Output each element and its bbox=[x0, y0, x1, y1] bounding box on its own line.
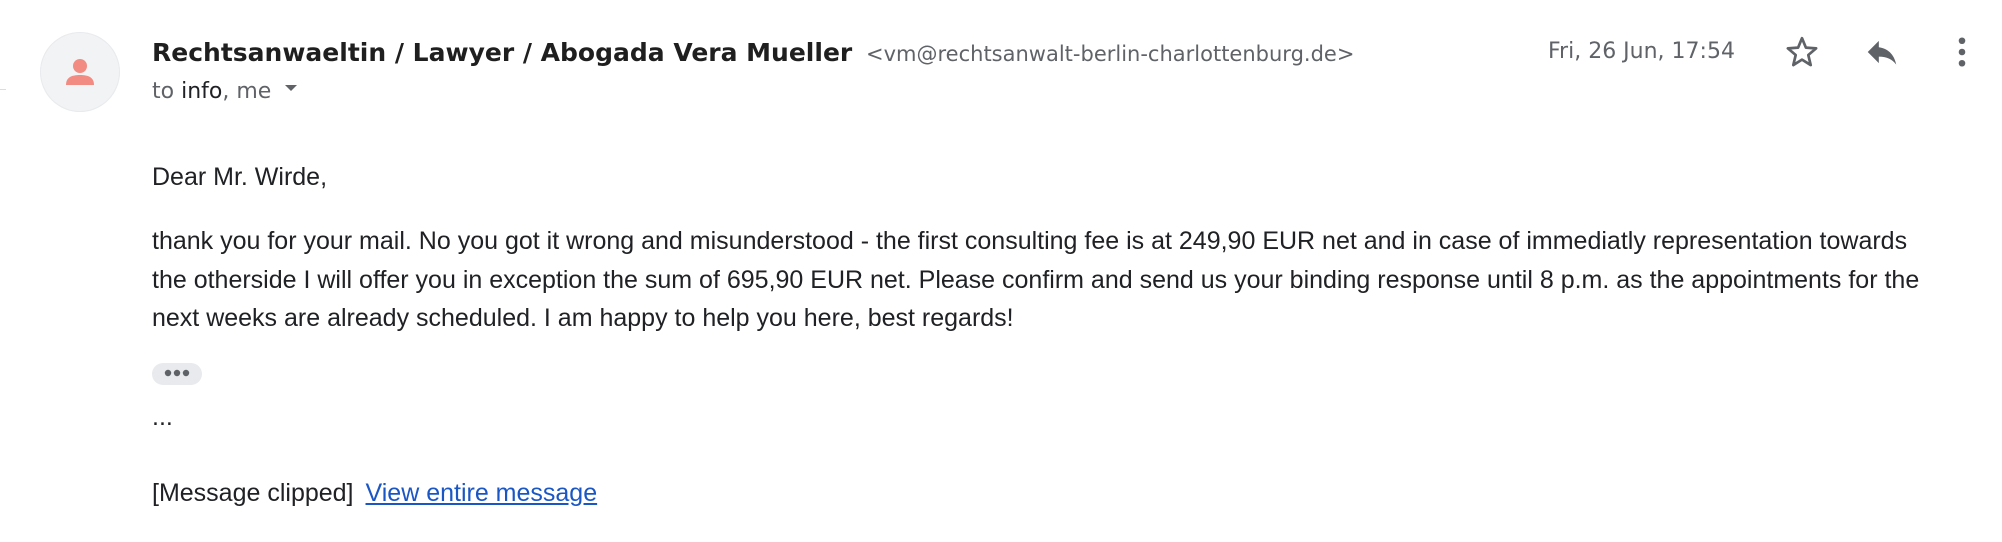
message-body: Dear Mr. Wirde, thank you for your mail.… bbox=[152, 158, 1942, 338]
chevron-down-icon bbox=[281, 74, 301, 110]
avatar[interactable] bbox=[40, 32, 120, 112]
person-icon bbox=[62, 54, 98, 90]
star-button[interactable] bbox=[1778, 30, 1826, 78]
show-trimmed-content-button[interactable] bbox=[152, 363, 202, 385]
ellipsis-icon bbox=[162, 365, 192, 383]
recipient-separator: , bbox=[222, 79, 230, 104]
show-details-button[interactable] bbox=[277, 78, 305, 106]
clipped-notice: [Message clipped] View entire message bbox=[152, 474, 597, 512]
recipient-info[interactable]: info bbox=[181, 74, 222, 110]
trimmed-ellipsis: ... bbox=[152, 403, 173, 431]
greeting: Dear Mr. Wirde, bbox=[152, 163, 328, 191]
message-date[interactable]: Fri, 26 Jun, 17:54 bbox=[1548, 34, 1735, 70]
to-label: to bbox=[152, 79, 175, 104]
view-entire-message-link[interactable]: View entire message bbox=[366, 479, 598, 507]
reply-icon bbox=[1863, 33, 1901, 76]
sender-name[interactable]: Rechtsanwaeltin / Lawyer / Abogada Vera … bbox=[152, 38, 852, 67]
recipients-line: to info , me bbox=[152, 74, 305, 110]
sender-line: Rechtsanwaeltin / Lawyer / Abogada Vera … bbox=[152, 34, 1354, 72]
message-paragraph: thank you for your mail. No you got it w… bbox=[152, 227, 1920, 332]
sender-email: <vm@rechtsanwalt-berlin-charlottenburg.d… bbox=[866, 42, 1355, 66]
reply-button[interactable] bbox=[1858, 30, 1906, 78]
more-vert-icon bbox=[1944, 34, 1980, 75]
recipient-me[interactable]: me bbox=[236, 74, 271, 110]
star-icon bbox=[1784, 34, 1820, 75]
divider bbox=[0, 89, 6, 90]
clipped-label: [Message clipped] bbox=[152, 479, 354, 507]
more-options-button[interactable] bbox=[1938, 30, 1986, 78]
